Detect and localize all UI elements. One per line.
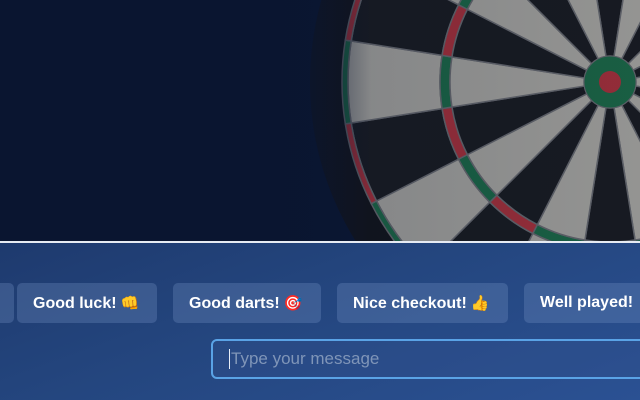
quick-message-nice-checkout[interactable]: Nice checkout! 👍	[337, 283, 508, 323]
quick-message-chip-partial[interactable]	[0, 283, 14, 323]
quick-message-good-darts[interactable]: Good darts! 🎯	[173, 283, 321, 323]
quick-message-label: Well played!	[540, 294, 634, 311]
quick-message-label: Good darts!	[189, 295, 280, 312]
dartboard-image	[310, 0, 640, 241]
quick-message-label: Good luck!	[33, 295, 117, 312]
chat-message-input[interactable]	[211, 339, 640, 379]
chat-panel: Good luck! 👊 Good darts! 🎯 Nice checkout! 👍…	[0, 243, 640, 400]
quick-messages-row: Good luck! 👊 Good darts! 🎯 Nice checkout! 👍…	[0, 283, 640, 323]
thumbs-up-icon: 👍	[470, 294, 490, 312]
dart-target-icon: 🎯	[283, 294, 303, 312]
quick-message-well-played[interactable]: Well played!	[524, 283, 640, 323]
dartboard-bullseye	[599, 71, 621, 93]
fist-bump-icon: 👊	[120, 294, 140, 312]
quick-message-label: Nice checkout!	[353, 295, 467, 312]
video-feed	[0, 0, 640, 241]
app-page: Good luck! 👊 Good darts! 🎯 Nice checkout! 👍…	[0, 0, 640, 400]
text-cursor	[229, 349, 230, 369]
quick-message-good-luck[interactable]: Good luck! 👊	[17, 283, 157, 323]
